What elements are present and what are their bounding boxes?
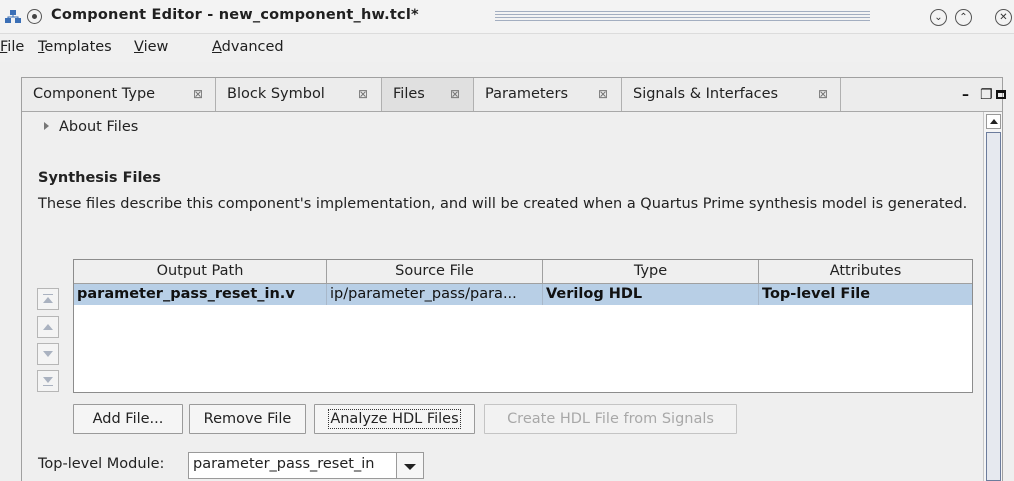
menu-templates[interactable]: Templates	[38, 39, 112, 55]
analyze-hdl-files-button[interactable]: Analyze HDL Files	[314, 404, 475, 434]
move-to-bottom-button[interactable]	[37, 370, 59, 392]
expand-arrow-icon	[44, 122, 49, 130]
title-bar: Component Editor - new_component_hw.tcl*…	[0, 0, 1014, 34]
column-header-type[interactable]: Type	[543, 260, 759, 284]
about-files-toggle[interactable]: About Files	[44, 119, 138, 135]
tab-block-symbol[interactable]: Block Symbol ⊠	[216, 78, 382, 111]
menu-advanced[interactable]: Advanced	[212, 39, 284, 55]
title-drag-handle[interactable]	[495, 11, 870, 23]
cell-type[interactable]: Verilog HDL	[543, 284, 759, 305]
tab-close-icon[interactable]: ⊠	[818, 79, 828, 109]
section-title: Synthesis Files	[38, 170, 161, 186]
arrow-up-icon	[43, 297, 53, 303]
scroll-up-icon[interactable]	[986, 114, 1001, 129]
move-down-button[interactable]	[37, 343, 59, 365]
top-level-module-value: parameter_pass_reset_in	[193, 456, 375, 472]
column-header-output-path[interactable]: Output Path	[74, 260, 327, 284]
tab-label: Signals & Interfaces	[633, 86, 779, 102]
tab-label: Block Symbol	[227, 86, 325, 102]
tab-bar: Component Type ⊠ Block Symbol ⊠ Files ⊠ …	[22, 78, 1002, 112]
cell-source-file[interactable]: ip/parameter_pass/para...	[327, 284, 543, 305]
add-file-button[interactable]: Add File...	[73, 404, 183, 434]
tab-component-type[interactable]: Component Type ⊠	[22, 78, 216, 111]
minimize-window-icon[interactable]: ⌄	[930, 9, 947, 26]
arrow-down-icon	[43, 351, 53, 357]
window-title: Component Editor - new_component_hw.tcl*	[51, 7, 419, 23]
files-table[interactable]: Output Path Source File Type Attributes …	[73, 259, 973, 393]
dropdown-arrow-icon[interactable]	[397, 452, 424, 479]
restore-view-icon[interactable]	[996, 90, 1006, 99]
menu-file[interactable]: File	[0, 39, 24, 55]
scroll-thumb[interactable]	[986, 132, 1001, 481]
minimize-view-icon[interactable]: –	[962, 87, 969, 103]
tab-signals-interfaces[interactable]: Signals & Interfaces ⊠	[622, 78, 841, 111]
section-description: These files describe this component's im…	[38, 196, 968, 212]
about-files-label: About Files	[59, 119, 139, 135]
tab-close-icon[interactable]: ⊠	[598, 79, 608, 109]
bottom-bar-icon	[43, 385, 53, 386]
column-header-source-file[interactable]: Source File	[327, 260, 543, 284]
tab-close-icon[interactable]: ⊠	[358, 79, 368, 109]
tab-label: Component Type	[33, 86, 156, 102]
tab-close-icon[interactable]: ⊠	[193, 79, 203, 109]
cell-attributes[interactable]: Top-level File	[759, 284, 972, 305]
arrow-up-icon	[43, 324, 53, 330]
maximize-view-icon[interactable]: ❐	[980, 87, 993, 103]
app-icon	[5, 10, 21, 23]
tab-files[interactable]: Files ⊠	[382, 78, 474, 111]
remove-file-button[interactable]: Remove File	[189, 404, 306, 434]
move-up-button[interactable]	[37, 316, 59, 338]
top-bar-icon	[43, 294, 53, 295]
menu-bar: File Templates View Advanced	[0, 34, 1014, 62]
table-row[interactable]: parameter_pass_reset_in.v ip/parameter_p…	[74, 284, 972, 305]
close-window-icon[interactable]: ✕	[995, 9, 1012, 26]
window-menu-icon[interactable]	[27, 9, 42, 24]
maximize-window-icon[interactable]: ⌃	[955, 9, 972, 26]
tab-parameters[interactable]: Parameters ⊠	[474, 78, 622, 111]
analyze-hdl-files-label: Analyze HDL Files	[328, 409, 461, 429]
menu-view[interactable]: View	[134, 39, 168, 55]
column-header-attributes[interactable]: Attributes	[759, 260, 972, 284]
arrow-down-icon	[43, 377, 53, 383]
top-level-module-label: Top-level Module:	[38, 456, 165, 472]
cell-output-path[interactable]: parameter_pass_reset_in.v	[74, 284, 327, 305]
tab-close-icon[interactable]: ⊠	[450, 79, 460, 109]
top-level-module-select[interactable]: parameter_pass_reset_in	[188, 452, 397, 479]
create-hdl-file-button[interactable]: Create HDL File from Signals	[484, 404, 737, 434]
tab-label: Files	[393, 86, 425, 102]
move-to-top-button[interactable]	[37, 288, 59, 310]
vertical-scrollbar[interactable]	[983, 112, 1002, 481]
tab-label: Parameters	[485, 86, 568, 102]
